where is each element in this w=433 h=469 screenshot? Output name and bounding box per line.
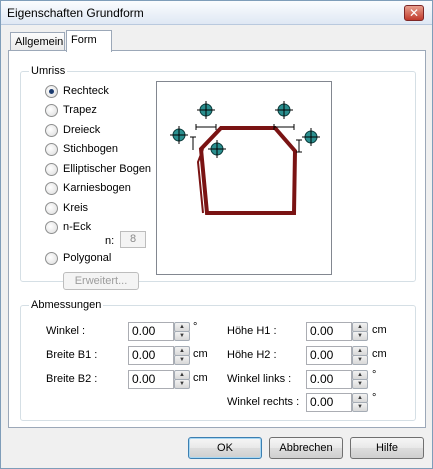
outline-option-polygonal[interactable]: Polygonal [45,250,111,266]
outline-option-karniesbogen[interactable]: Karniesbogen [45,180,131,196]
n-label: n: [105,235,115,247]
winkel-rechts-unit: ° [372,392,377,404]
outline-option-elliptischer-bogen[interactable]: Elliptischer Bogen [45,161,151,177]
spin-down-arrow-icon[interactable]: ▼ [352,331,368,341]
outline-option-kreis[interactable]: Kreis [45,200,88,216]
winkel-spinner[interactable]: 0.00 ▲ ▼ [128,322,192,341]
spin-down-arrow-icon[interactable]: ▼ [352,379,368,389]
breite-b1-unit: cm [193,348,208,360]
breite-b1-spinner[interactable]: 0.00 ▲ ▼ [128,346,192,365]
radio-label: Polygonal [63,252,112,264]
right-height-handle-icon[interactable] [302,128,320,146]
hoehe-h2-label: Höhe H2 : [227,349,277,361]
winkel-label: Winkel : [46,325,86,337]
rectangle-shape-outline [196,126,298,215]
breite-b2-spinner-value[interactable]: 0.00 [128,370,174,389]
winkel-rechts-label: Winkel rechts : [227,396,300,408]
breite-b2-unit: cm [193,372,208,384]
radio-label: Elliptischer Bogen [63,163,152,175]
hoehe-h1-spinner[interactable]: 0.00 ▲ ▼ [306,322,370,341]
hoehe-h2-spinner-value[interactable]: 0.00 [306,346,352,365]
radio-label: n-Eck [63,221,92,233]
winkel-links-spinner-value[interactable]: 0.00 [306,370,352,389]
radio-label: Dreieck [63,124,101,136]
left-angle-handle-icon[interactable] [208,140,226,158]
advanced-button[interactable]: Erweitert... [63,272,139,290]
outline-option-n-eck[interactable]: n-Eck [45,219,91,235]
hoehe-h2-spinner[interactable]: 0.00 ▲ ▼ [306,346,370,365]
winkel-links-spinner[interactable]: 0.00 ▲ ▼ [306,370,370,389]
spin-down-arrow-icon[interactable]: ▼ [174,379,190,389]
radio-label: Karniesbogen [63,182,131,194]
tab-form[interactable]: Form [66,30,112,52]
outline-option-stichbogen[interactable]: Stichbogen [45,141,118,157]
spin-down-arrow-icon[interactable]: ▼ [174,331,190,341]
radio-label: Stichbogen [63,143,119,155]
tab-allgemein[interactable]: Allgemein [10,32,65,52]
winkel-rechts-spinner[interactable]: 0.00 ▲ ▼ [306,393,370,412]
title-bar: Eigenschaften Grundform ✕ [1,1,432,25]
n-edge-count-input[interactable]: 8 [120,231,146,248]
breite-b1-label: Breite B1 : [46,349,98,361]
spin-down-arrow-icon[interactable]: ▼ [174,355,190,365]
outline-option-trapez[interactable]: Trapez [45,102,97,118]
radio-button[interactable] [45,220,58,234]
radio-label: Kreis [63,202,89,214]
outline-group-title: Umriss [29,65,68,77]
winkel-links-unit: ° [372,369,377,381]
breite-b1-spinner-value[interactable]: 0.00 [128,346,174,365]
cancel-button[interactable]: Abbrechen [269,437,343,459]
hoehe-h1-label: Höhe H1 : [227,325,277,337]
hoehe-h1-unit: cm [372,324,387,336]
outline-option-rechteck[interactable]: Rechteck [45,83,109,99]
spin-down-arrow-icon[interactable]: ▼ [352,355,368,365]
radio-button[interactable] [45,251,58,265]
top-right-width-handle-icon[interactable] [275,101,293,119]
winkel-links-label: Winkel links : [227,373,292,385]
hoehe-h2-unit: cm [372,348,387,360]
radio-button[interactable] [45,142,58,156]
winkel-unit: ° [193,321,198,333]
spin-down-arrow-icon[interactable]: ▼ [352,402,368,412]
hoehe-h1-spinner-value[interactable]: 0.00 [306,322,352,341]
radio-button[interactable] [45,201,58,215]
radio-button[interactable] [45,84,58,98]
winkel-spinner-value[interactable]: 0.00 [128,322,174,341]
radio-button[interactable] [45,103,58,117]
spin-arrows: ▲ ▼ [174,322,190,341]
properties-dialog: Eigenschaften Grundform ✕ Allgemein Form… [0,0,433,469]
breite-b2-spinner[interactable]: 0.00 ▲ ▼ [128,370,192,389]
help-button[interactable]: Hilfe [350,437,424,459]
radio-button[interactable] [45,123,58,137]
spin-arrows: ▲ ▼ [174,346,190,365]
top-left-width-handle-icon[interactable] [197,101,215,119]
spin-arrows: ▲ ▼ [352,322,368,341]
ok-button[interactable]: OK [188,437,262,459]
dimensions-group-title: Abmessungen [29,299,104,311]
radio-label: Trapez [63,104,97,116]
breite-b2-label: Breite B2 : [46,373,98,385]
window-title: Eigenschaften Grundform [7,6,144,20]
spin-arrows: ▲ ▼ [174,370,190,389]
spin-arrows: ▲ ▼ [352,346,368,365]
radio-label: Rechteck [63,85,109,97]
close-button[interactable]: ✕ [404,5,424,21]
shape-preview [156,81,332,275]
outline-option-dreieck[interactable]: Dreieck [45,122,100,138]
left-height-handle-icon[interactable] [170,126,188,144]
radio-button[interactable] [45,162,58,176]
spin-arrows: ▲ ▼ [352,393,368,412]
radio-button[interactable] [45,181,58,195]
spin-arrows: ▲ ▼ [352,370,368,389]
shape-preview-canvas [170,101,320,215]
winkel-rechts-spinner-value[interactable]: 0.00 [306,393,352,412]
